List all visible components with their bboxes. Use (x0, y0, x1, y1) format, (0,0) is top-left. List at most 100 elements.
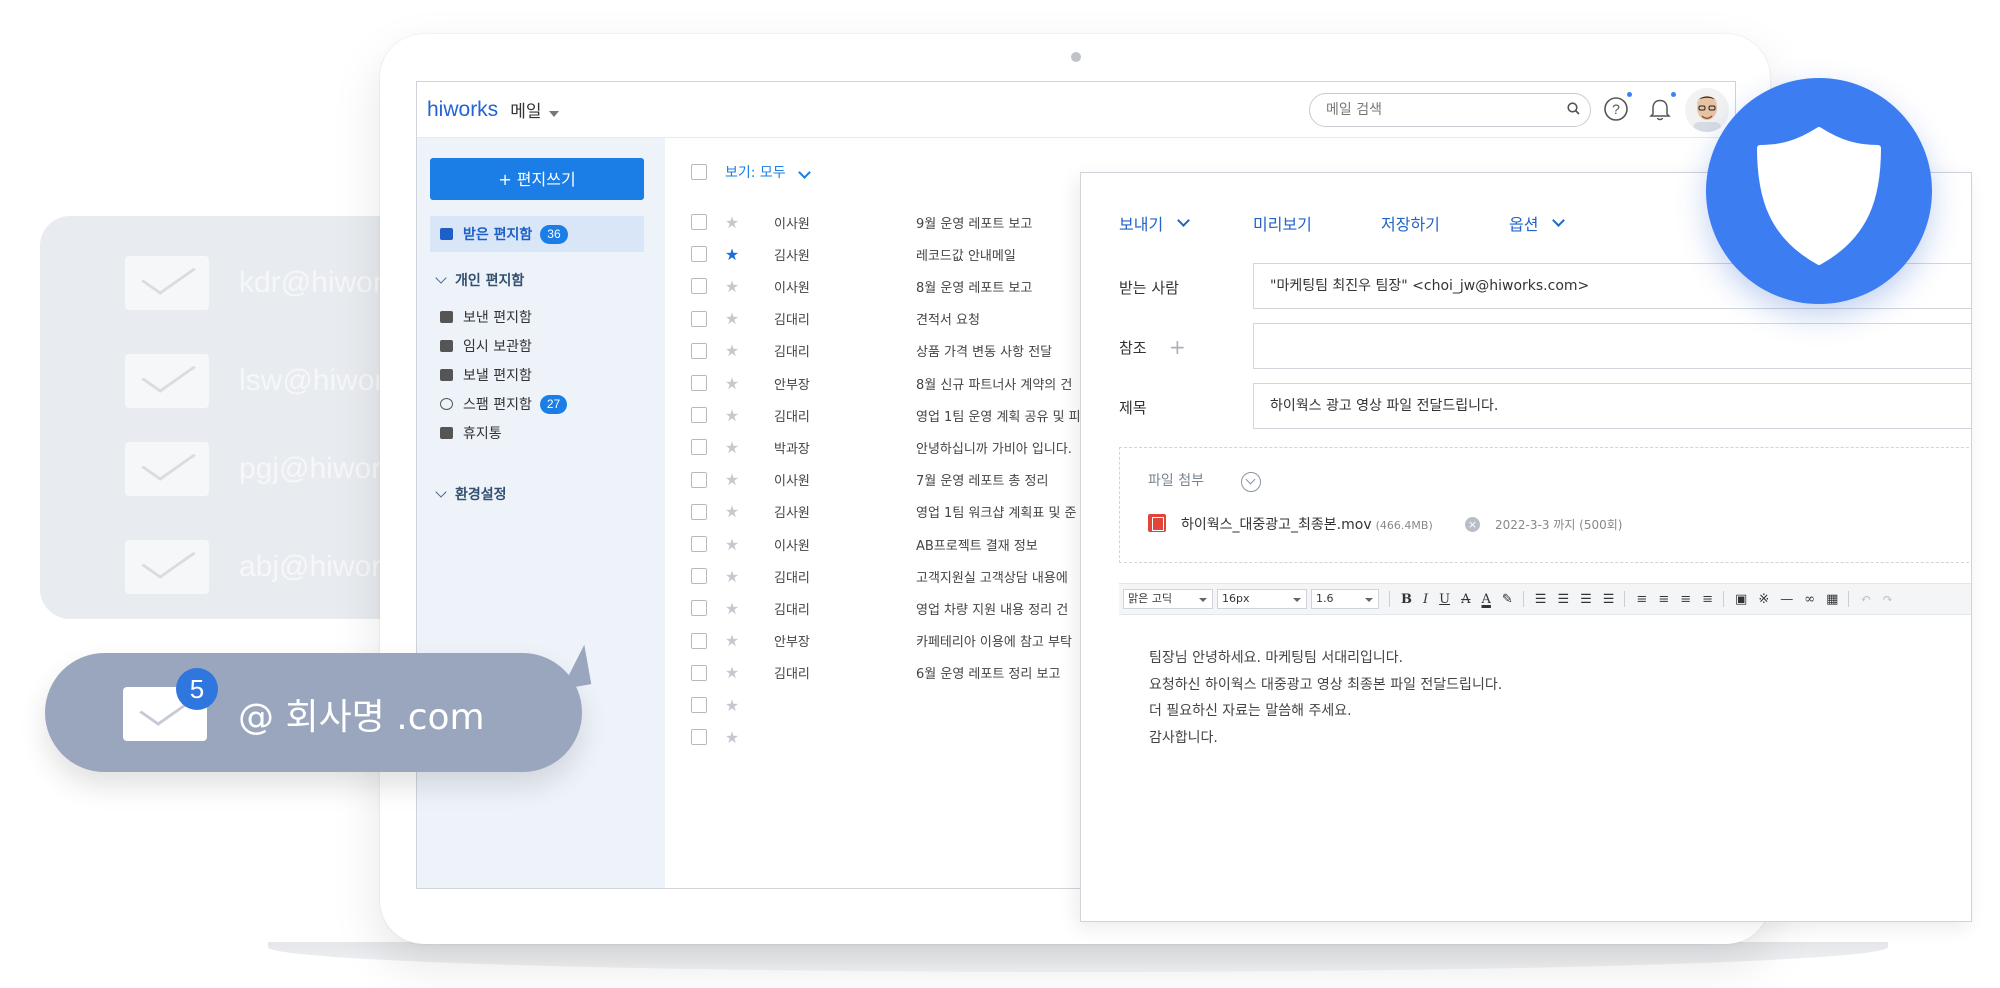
row-checkbox[interactable] (691, 503, 707, 520)
help-icon[interactable]: ? (1603, 96, 1629, 122)
preview-button[interactable]: 미리보기 (1253, 211, 1312, 235)
row-checkbox[interactable] (691, 407, 707, 424)
star-icon[interactable]: ★ (723, 277, 741, 296)
highlight-icon[interactable]: ✎ (1502, 592, 1513, 607)
mail-row[interactable]: ★ 김사원 레코드값 안내메일 (691, 242, 1016, 266)
indent-icon[interactable]: ☰ (1603, 592, 1615, 607)
align-right-icon[interactable]: ≡ (1680, 592, 1691, 607)
mail-row[interactable]: ★ 김대리 6월 운영 레포트 정리 보고 (691, 661, 1060, 685)
link-icon[interactable]: ∞ (1804, 592, 1815, 607)
personal-folders-toggle[interactable]: 개인 편지함 (435, 270, 524, 290)
view-filter-dropdown[interactable]: 보기: 모두 (725, 162, 811, 182)
mail-row[interactable]: ★ 이사원 AB프로젝트 결재 정보 (691, 532, 1038, 556)
star-icon[interactable]: ★ (723, 631, 741, 650)
attachment-area[interactable]: 파일 첨부 하이웍스_대중광고_최종본.mov (466.4MB) × 2022-… (1119, 447, 1971, 563)
font-size-select[interactable]: 16px (1217, 589, 1307, 609)
mail-row[interactable]: ★ 안부장 카페테리아 이용에 참고 부탁 (691, 629, 1072, 653)
star-icon[interactable]: ★ (723, 341, 741, 360)
star-icon[interactable]: ★ (723, 728, 741, 747)
mail-row[interactable]: ★ 김대리 고객지원실 고객상담 내용에 (691, 564, 1068, 588)
mail-row[interactable]: ★ 박과장 안녕하십니까 가비아 입니다. (691, 435, 1072, 459)
star-icon[interactable]: ★ (723, 213, 741, 232)
attachment-file[interactable]: 하이웍스_대중광고_최종본.mov (466.4MB) (1181, 514, 1433, 534)
ordered-list-icon[interactable]: ☰ (1535, 592, 1547, 607)
star-icon[interactable]: ★ (723, 696, 741, 715)
row-checkbox[interactable] (691, 375, 707, 391)
star-icon[interactable]: ★ (723, 406, 741, 425)
row-checkbox[interactable] (691, 632, 707, 649)
star-icon[interactable]: ★ (723, 309, 741, 328)
image-icon[interactable]: ▣ (1735, 592, 1747, 607)
star-icon[interactable]: ★ (723, 245, 741, 264)
font-family-select[interactable]: 맑은 고딕 (1123, 589, 1213, 609)
star-icon[interactable]: ★ (723, 374, 741, 393)
star-icon[interactable]: ★ (723, 599, 741, 618)
mail-row[interactable]: ★ 김대리 영업 1팀 운영 계획 공유 및 피 (691, 403, 1081, 427)
cc-field[interactable] (1253, 323, 1971, 369)
align-justify-icon[interactable]: ≡ (1702, 592, 1713, 607)
star-icon[interactable]: ★ (723, 535, 741, 554)
mail-row[interactable]: ★ 이사원 7월 운영 레포트 총 정리 (691, 468, 1048, 492)
options-button[interactable]: 옵션 (1509, 211, 1566, 235)
mail-row[interactable]: ★ 이사원 9월 운영 레포트 보고 (691, 210, 1032, 234)
redo-icon[interactable]: ↷ (1882, 592, 1893, 607)
save-button[interactable]: 저장하기 (1381, 211, 1440, 235)
table-icon[interactable]: ▦ (1826, 592, 1838, 607)
row-checkbox[interactable] (691, 310, 707, 327)
row-checkbox[interactable] (691, 729, 707, 746)
outdent-icon[interactable]: ☰ (1580, 592, 1592, 607)
horizontal-rule-icon[interactable]: — (1780, 592, 1793, 607)
mail-row[interactable]: ★ 김대리 영업 차량 지원 내용 정리 건 (691, 596, 1068, 620)
mail-row[interactable]: ★ 김대리 견적서 요청 (691, 307, 980, 331)
bell-icon[interactable] (1647, 96, 1673, 122)
message-body[interactable]: 팀장님 안녕하세요. 마케팅팀 서대리입니다. 요청하신 하이웍스 대중광고 영… (1149, 645, 1502, 751)
row-checkbox[interactable] (691, 697, 707, 713)
align-left-icon[interactable]: ≡ (1636, 592, 1647, 607)
mail-row[interactable]: ★ 안부장 8월 신규 파트너사 계약의 건 (691, 371, 1072, 395)
star-icon[interactable]: ★ (723, 502, 741, 521)
bold-icon[interactable]: B (1401, 592, 1412, 607)
special-char-icon[interactable]: ※ (1758, 592, 1769, 607)
mail-row[interactable]: ★ 이사원 8월 운영 레포트 보고 (691, 274, 1032, 298)
align-center-icon[interactable]: ≡ (1658, 592, 1669, 607)
mail-row[interactable]: ★ (691, 725, 741, 749)
font-color-icon[interactable]: A (1482, 592, 1491, 607)
search-icon[interactable] (1567, 102, 1580, 115)
row-checkbox[interactable] (691, 471, 707, 488)
subject-field[interactable]: 하이웍스 광고 영상 파일 전달드립니다. (1253, 383, 1971, 429)
row-checkbox[interactable] (691, 214, 707, 230)
remove-file-icon[interactable]: × (1465, 517, 1480, 532)
row-checkbox[interactable] (691, 568, 707, 585)
bullet-list-icon[interactable]: ☰ (1557, 592, 1569, 607)
star-icon[interactable]: ★ (723, 438, 741, 457)
sidebar-item-trash[interactable]: 휴지통 (430, 415, 644, 451)
attachment-toggle-icon[interactable] (1241, 472, 1261, 492)
row-checkbox[interactable] (691, 536, 707, 552)
mail-row[interactable]: ★ (691, 693, 741, 717)
select-all-checkbox[interactable] (691, 164, 707, 180)
app-switcher[interactable]: 메일 (510, 97, 560, 122)
add-cc-icon[interactable]: + (1169, 335, 1186, 359)
underline-icon[interactable]: U (1439, 592, 1450, 607)
row-checkbox[interactable] (691, 342, 707, 359)
settings-toggle[interactable]: 환경설정 (435, 484, 507, 504)
italic-icon[interactable]: I (1423, 592, 1428, 607)
row-checkbox[interactable] (691, 246, 707, 263)
mail-search-input[interactable] (1309, 93, 1591, 127)
star-icon[interactable]: ★ (723, 470, 741, 489)
undo-icon[interactable]: ↶ (1860, 592, 1871, 607)
star-icon[interactable]: ★ (723, 663, 741, 682)
line-height-select[interactable]: 1.6 (1311, 589, 1379, 609)
compose-button[interactable]: + 편지쓰기 (430, 158, 644, 200)
row-checkbox[interactable] (691, 439, 707, 456)
hiworks-logo[interactable]: hiworks (427, 98, 498, 122)
row-checkbox[interactable] (691, 600, 707, 617)
mail-row[interactable]: ★ 김사원 영업 1팀 워크샵 계획표 및 준 (691, 500, 1077, 524)
row-checkbox[interactable] (691, 278, 707, 295)
send-button[interactable]: 보내기 (1119, 211, 1191, 235)
mail-row[interactable]: ★ 김대리 상품 가격 변동 사항 전달 (691, 339, 1052, 363)
sidebar-item-inbox[interactable]: 받은 편지함 36 (430, 216, 644, 252)
star-icon[interactable]: ★ (723, 567, 741, 586)
strikethrough-icon[interactable]: A (1461, 592, 1470, 607)
row-checkbox[interactable] (691, 664, 707, 681)
